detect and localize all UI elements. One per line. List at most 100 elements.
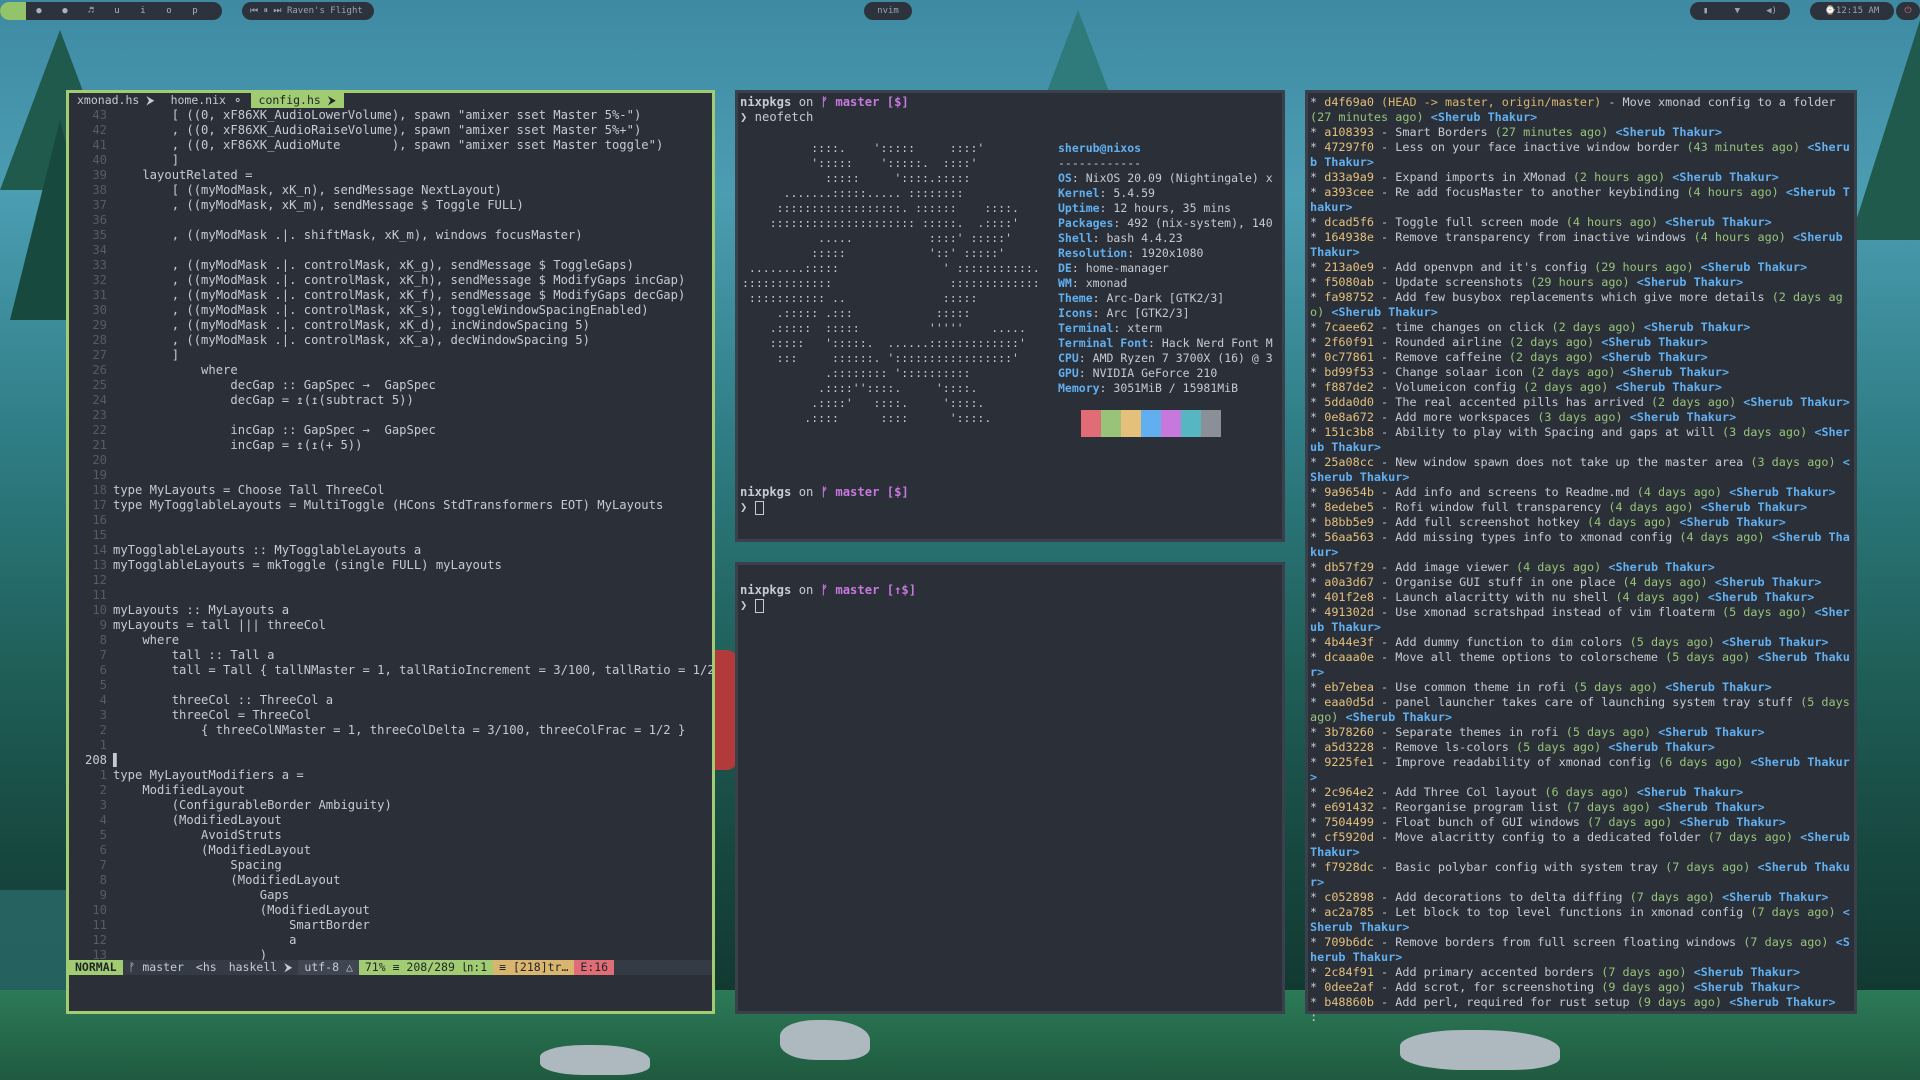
code-text: tall = Tall { tallNMaster = 1, tallRatio… bbox=[113, 663, 712, 677]
commit-time: (7 days ago) bbox=[1665, 860, 1751, 874]
code-line: 33 , ((myModMask .|. controlMask, xK_g),… bbox=[69, 258, 712, 273]
clock-text[interactable]: ⌚12:15 AM bbox=[1825, 6, 1880, 16]
code-line: 1 type MyLayoutModifiers a = bbox=[69, 768, 712, 783]
line-number: 6 bbox=[99, 663, 107, 677]
workspace-8[interactable]: p bbox=[182, 6, 208, 16]
commit-author: <Sherub Thakur> bbox=[1658, 725, 1765, 739]
commit-hash: 8edebe5 bbox=[1324, 500, 1374, 514]
workspace-7[interactable]: o bbox=[156, 6, 182, 16]
terminal-git-log[interactable]: * d4f69a0 (HEAD -> master, origin/master… bbox=[1305, 90, 1857, 1024]
code-line: 23 bbox=[69, 408, 712, 423]
wifi-icon[interactable]: ▼ bbox=[1735, 6, 1740, 16]
nvim-window[interactable]: xmonad.hs ⮞ home.nix ⚬ config.hs ⮞ 43 [ … bbox=[66, 90, 715, 1014]
line-number: 39 bbox=[92, 168, 107, 182]
line-number: 14 bbox=[92, 543, 107, 557]
tab-home-nix[interactable]: home.nix ⚬ bbox=[163, 93, 251, 108]
commit-author: <Sherub Thakur> bbox=[1601, 335, 1708, 349]
info-colon: : bbox=[1078, 366, 1093, 380]
commit-author: <Sherub Thakur> bbox=[1693, 965, 1801, 979]
commit-hash: a393cee bbox=[1324, 185, 1374, 199]
clock[interactable]: ⌚12:15 AM bbox=[1810, 2, 1894, 20]
commit-hash: 5dda0d0 bbox=[1324, 395, 1374, 409]
input-line[interactable]: ❯ bbox=[740, 598, 1280, 613]
info-value: 492 (nix-system), 140 bbox=[1127, 216, 1273, 230]
line-number: 8 bbox=[99, 873, 107, 887]
info-colon: : bbox=[1092, 231, 1107, 245]
now-playing[interactable]: ⏮ ⏸ ⏭ Raven's Flight bbox=[250, 6, 363, 16]
commit-time: (4 hours ago) bbox=[1565, 215, 1659, 229]
error-count: E:16 bbox=[574, 960, 615, 975]
info-key: WM bbox=[1058, 276, 1072, 290]
commit-message: Expand imports in XMonad bbox=[1395, 170, 1566, 184]
commit-time: (2 days ago) bbox=[1508, 350, 1595, 364]
info-colon: : bbox=[1071, 171, 1086, 185]
commit-hash: d4f69a0 bbox=[1324, 95, 1374, 109]
workspace-5[interactable]: u bbox=[104, 6, 130, 16]
info-colon: : bbox=[1148, 336, 1162, 350]
commit-hash: d33a9a9 bbox=[1324, 170, 1374, 184]
commit-author: <Sherub Thakur> bbox=[1700, 500, 1808, 514]
commit-entry: * f5080ab - Update screenshots (29 hours… bbox=[1310, 275, 1744, 289]
info-key: Packages bbox=[1058, 216, 1114, 230]
workspace-3[interactable]: ● bbox=[52, 6, 78, 16]
code-text: , ((myModMask .|. controlMask, xK_d), in… bbox=[113, 318, 590, 332]
pager-prompt[interactable]: : bbox=[1310, 1010, 1852, 1025]
info-key: DE bbox=[1058, 261, 1072, 275]
info-line: Icons: Arc [GTK2/3] bbox=[1058, 306, 1273, 321]
input-line[interactable]: ❯ bbox=[740, 500, 1280, 515]
code-text: type MyTogglableLayouts = MultiToggle (H… bbox=[113, 498, 664, 512]
tab-xmonad[interactable]: xmonad.hs ⮞ bbox=[69, 93, 163, 108]
commit-message: Remove caffeine bbox=[1395, 350, 1502, 364]
volume-icon[interactable]: ◀) bbox=[1766, 6, 1777, 16]
commit-entry: * 151c3b8 - Ability to play with Spacing… bbox=[1310, 425, 1850, 454]
code-line: 25 decGap :: GapSpec → GapSpec bbox=[69, 378, 712, 393]
info-colon: : bbox=[1099, 381, 1114, 395]
commit-message: Rounded airline bbox=[1395, 335, 1502, 349]
commit-time: (5 days ago) bbox=[1516, 740, 1602, 754]
music-player[interactable]: ⏮ ⏸ ⏭ Raven's Flight bbox=[242, 2, 374, 20]
info-line: Resolution: 1920x1080 bbox=[1058, 246, 1273, 261]
commit-entry: * c052898 - Add decorations to delta dif… bbox=[1310, 890, 1829, 904]
info-value: Arc-Dark [GTK2/3] bbox=[1106, 291, 1225, 305]
commit-author: <Sherub Thakur> bbox=[1665, 680, 1772, 694]
commit-time: (3 days ago) bbox=[1721, 425, 1808, 439]
power-icon[interactable]: ⏻ bbox=[1896, 2, 1920, 20]
terminal-empty[interactable]: nixpkgs on ᚠ master [↑$] ❯ bbox=[735, 562, 1285, 1014]
commit-message: Rofi window full transparency bbox=[1395, 500, 1602, 514]
info-colon: : bbox=[1113, 321, 1128, 335]
user-host: sherub@nixos bbox=[1058, 141, 1142, 155]
code-line: 6 (ModifiedLayout bbox=[69, 843, 712, 858]
code-line: 34 bbox=[69, 243, 712, 258]
line-number: 5 bbox=[99, 828, 107, 842]
commit-hash: f5080ab bbox=[1324, 275, 1374, 289]
commit-entry: * 0dee2af - Add scrot, for screenshoting… bbox=[1310, 980, 1801, 994]
info-separator: ------------ bbox=[1058, 156, 1142, 170]
ascii-line: .:::: :::: '::::. bbox=[742, 411, 992, 425]
commit-entry: * 3b78260 - Separate themes in rofi (5 d… bbox=[1310, 725, 1765, 739]
battery-icon[interactable]: ▮ bbox=[1703, 6, 1708, 16]
terminal-neofetch[interactable]: nixpkgs on ᚠ master [$] ❯ neofetch ::::.… bbox=[735, 90, 1285, 542]
workspace-4[interactable]: ♬ bbox=[78, 6, 104, 16]
color-swatch bbox=[1161, 410, 1181, 437]
workspace-1[interactable] bbox=[0, 2, 26, 20]
code-text: type MyLayoutModifiers a = bbox=[113, 768, 304, 782]
commit-author: <Sherub Thakur> bbox=[1700, 260, 1808, 274]
commit-message: Add missing types info to xmonad config bbox=[1395, 530, 1673, 544]
workspace-2[interactable]: ● bbox=[26, 6, 52, 16]
code-editor[interactable]: 43 [ ((0, xF86XK_AudioLowerVolume), spaw… bbox=[69, 108, 712, 963]
commit-time: (5 days ago) bbox=[1565, 725, 1651, 739]
commit-entry: * f887de2 - Volumeicon config (2 days ag… bbox=[1310, 380, 1722, 394]
commit-message: Use xmonad scratshpad instead of vim flo… bbox=[1395, 605, 1715, 619]
workspace-6[interactable]: i bbox=[130, 6, 156, 16]
line-number: 6 bbox=[99, 843, 107, 857]
commit-entry: * cf5920d - Move alacritty config to a d… bbox=[1310, 830, 1850, 859]
code-text: incGap :: GapSpec → GapSpec bbox=[113, 423, 436, 437]
commit-author: <Sherub Thakur> bbox=[1743, 395, 1850, 409]
info-colon: : bbox=[1092, 291, 1107, 305]
commit-entry: * dcaaa0e - Move all theme options to co… bbox=[1310, 650, 1850, 679]
code-line: 10 myLayouts :: MyLayouts a bbox=[69, 603, 712, 618]
tab-config-hs[interactable]: config.hs ⮞ bbox=[250, 93, 345, 108]
line-number: 11 bbox=[92, 918, 107, 932]
commit-message: Basic polybar config with system tray bbox=[1395, 860, 1659, 874]
code-line: 9 Gaps bbox=[69, 888, 712, 903]
